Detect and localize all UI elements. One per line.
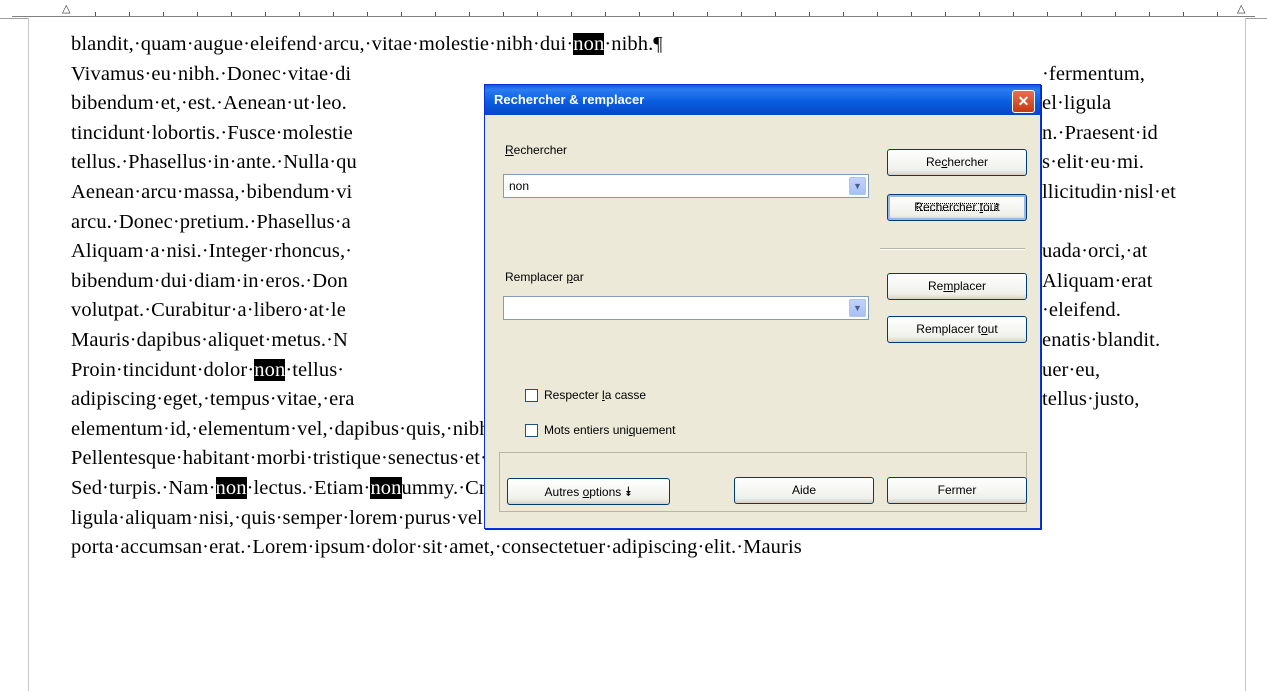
right-indent-marker[interactable]: △ (1237, 2, 1245, 15)
text-run: uer·eu, (1042, 358, 1101, 381)
ruler-tick (197, 12, 198, 16)
ruler-tick (945, 12, 946, 16)
ruler-tick (95, 12, 96, 16)
text-run: Aenean·arcu·massa,·bibendum·vi (71, 180, 353, 203)
ruler-tick (129, 12, 130, 16)
ruler-tick (299, 12, 300, 16)
text-run: Sed·turpis.·Nam· (71, 476, 216, 499)
close-button[interactable]: Fermer (887, 477, 1027, 504)
text-run: uada·orci,·at (1042, 240, 1148, 263)
ruler-tick (1183, 12, 1184, 16)
replace-all-button[interactable]: Remplacer tout (887, 316, 1027, 343)
text-run: tincidunt·lobortis.·Fusce·molestie (71, 121, 353, 144)
text-run: ·nibh.¶ (604, 33, 663, 55)
search-match-highlight: non (254, 358, 286, 381)
ruler-tick (537, 12, 538, 16)
double-chevron-down-icon: ⯯ (624, 484, 633, 499)
ruler-tick (1217, 12, 1218, 16)
close-icon[interactable]: ✕ (1012, 90, 1035, 113)
ruler-tick (605, 12, 606, 16)
ruler-tick (163, 12, 164, 16)
help-button[interactable]: Aide (734, 477, 874, 504)
text-run: ·lectus.·Etiam· (246, 476, 371, 499)
text-run: llicitudin·nisl·et (1042, 180, 1176, 203)
replace-combobox[interactable]: ▼ (503, 296, 869, 320)
ruler-baseline (12, 16, 1255, 17)
dialog-title: Rechercher & remplacer (494, 92, 645, 107)
horizontal-ruler[interactable]: △ △ (0, 0, 1267, 19)
ruler-tick (571, 12, 572, 16)
ruler-tick (775, 12, 776, 16)
text-run: el·ligula (1042, 92, 1112, 115)
search-match-highlight: non (573, 33, 605, 55)
ruler-tick (1115, 12, 1116, 16)
separator (880, 248, 1025, 250)
ruler-tick (401, 12, 402, 16)
ruler-tick (741, 12, 742, 16)
text-run: Aliquam·erat (1042, 269, 1153, 292)
text-run: Aliquam·a·nisi.·Integer·rhoncus,· (71, 240, 353, 263)
ruler-tick (469, 12, 470, 16)
text-run: Vivamus·eu·nibh.·Donec·vitae·di (71, 62, 352, 85)
search-match-highlight: non (370, 476, 402, 499)
ruler-tick (231, 12, 232, 16)
ruler-tick (1047, 12, 1048, 16)
text-run: arcu.·Donec·pretium.·Phasellus·a (71, 210, 351, 233)
replace-label: Remplacer par (505, 270, 584, 284)
search-label: Rechercher (505, 143, 568, 157)
match-case-label[interactable]: Respecter la casse (544, 388, 646, 402)
text-run: bibendum·et,·est.·Aenean·ut·leo. (71, 92, 347, 115)
search-match-highlight: non (215, 476, 247, 499)
ruler-tick (503, 12, 504, 16)
whole-words-checkbox[interactable] (525, 424, 538, 437)
text-run: tellus.·Phasellus·in·ante.·Nulla·qu (71, 151, 357, 174)
ruler-tick (639, 12, 640, 16)
ruler-tick (877, 12, 878, 16)
text-run: s·elit·eu·mi. (1042, 151, 1145, 174)
chevron-down-icon[interactable]: ▼ (849, 177, 866, 195)
replace-button[interactable]: Remplacer (887, 273, 1027, 300)
ruler-tick (809, 12, 810, 16)
left-indent-marker[interactable]: △ (62, 2, 70, 15)
ruler-tick (1081, 12, 1082, 16)
text-run: ·eleifend. (1042, 299, 1121, 322)
search-all-button[interactable]: Rechercher tout (887, 194, 1027, 221)
ruler-tick (911, 12, 912, 16)
text-run: blandit,·quam·augue·eleifend·arcu,·vitae… (71, 33, 574, 55)
ruler-tick (265, 12, 266, 16)
whole-words-label[interactable]: Mots entiers uniquement (544, 423, 675, 437)
text-run: adipiscing·eget,·tempus·vitae,·era (71, 388, 355, 411)
ruler-tick (333, 12, 334, 16)
text-line[interactable]: porta·accumsan·erat.·Lorem·ipsum·dolor·s… (71, 533, 1246, 563)
ruler-tick (1013, 12, 1014, 16)
text-run: volutpat.·Curabitur·a·libero·at·le (71, 299, 346, 322)
text-run: ·tellus· (285, 358, 345, 381)
search-input[interactable]: non (509, 179, 529, 193)
text-run: ·fermentum, (1042, 62, 1145, 85)
match-case-checkbox[interactable] (525, 389, 538, 402)
search-button[interactable]: Rechercher (887, 149, 1027, 176)
chevron-down-icon[interactable]: ▼ (849, 299, 866, 317)
ruler-tick (707, 12, 708, 16)
text-run: porta·accumsan·erat.·Lorem·ipsum·dolor·s… (71, 536, 802, 559)
text-run: Mauris·dapibus·aliquet·metus.·N (71, 328, 348, 351)
dialog-titlebar[interactable]: Rechercher & remplacer ✕ (485, 85, 1040, 115)
text-run: bibendum·dui·diam·in·eros.·Don (71, 269, 348, 292)
find-replace-dialog: Rechercher & remplacer ✕ Rechercher non … (484, 84, 1041, 529)
ruler-tick (673, 12, 674, 16)
text-run: Proin·tincidunt·dolor· (71, 358, 255, 381)
text-run: n.·Praesent·id (1042, 121, 1158, 144)
text-run: enatis·blandit. (1042, 328, 1161, 351)
ruler-tick (843, 12, 844, 16)
ruler-tick (367, 12, 368, 16)
search-combobox[interactable]: non ▼ (503, 174, 869, 198)
text-line[interactable]: blandit,·quam·augue·eleifend·arcu,·vitae… (71, 30, 1246, 60)
text-run: tellus·justo, (1042, 388, 1140, 411)
more-options-button[interactable]: Autres options ⯯ (507, 478, 670, 505)
ruler-tick (435, 12, 436, 16)
ruler-tick (979, 12, 980, 16)
ruler-tick (1149, 12, 1150, 16)
